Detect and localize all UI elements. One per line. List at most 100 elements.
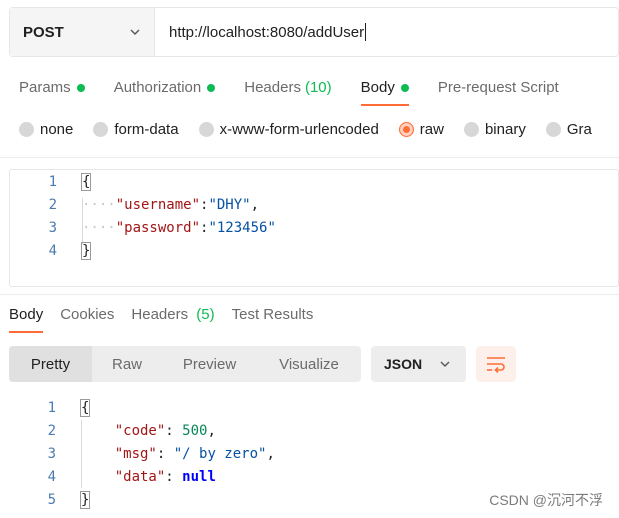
- view-label: Pretty: [30, 355, 71, 373]
- json-key: "msg": [114, 445, 157, 462]
- code-line: 2 "code": 500,: [9, 419, 619, 442]
- radio-circle: [198, 122, 214, 137]
- radio-label: binary: [484, 121, 526, 138]
- tab-label: Test Results: [231, 306, 314, 323]
- request-body-editor[interactable]: 1 { 2 ····"username":"DHY", 3 ····"passw…: [9, 169, 619, 287]
- line-number: 4: [48, 242, 57, 259]
- radio-raw[interactable]: raw: [398, 121, 444, 138]
- divider: [0, 157, 619, 158]
- tab-params[interactable]: Params: [0, 70, 85, 106]
- response-tabs: Body Cookies Headers (5) Test Results: [0, 304, 321, 338]
- view-label: Preview: [182, 355, 237, 373]
- line-number: 3: [47, 445, 56, 462]
- status-dot: [400, 84, 409, 92]
- request-bar: POST http://localhost:8080/addUser: [9, 7, 619, 57]
- whitespace-marker: ····: [82, 219, 116, 236]
- json-value: 500: [182, 422, 208, 439]
- tab-count: (10): [304, 79, 332, 96]
- whitespace-marker: ····: [82, 196, 116, 213]
- json-separator: :: [156, 445, 174, 462]
- json-value: "/ by zero": [173, 445, 267, 462]
- tab-label: Body: [360, 79, 395, 96]
- tab-pre-request-script[interactable]: Pre-request Script: [419, 70, 559, 106]
- json-comma: ,: [266, 445, 275, 462]
- line-number: 5: [47, 491, 56, 508]
- url-input[interactable]: http://localhost:8080/addUser: [155, 8, 618, 56]
- radio-label: raw: [419, 121, 444, 138]
- json-value: "DHY": [208, 196, 251, 213]
- code-line: 4 }: [10, 239, 618, 262]
- close-brace: }: [79, 490, 91, 509]
- tab-test-results[interactable]: Test Results: [232, 304, 322, 338]
- line-number: 4: [47, 468, 56, 485]
- tab-label: Headers: [131, 306, 189, 323]
- tab-label: Cookies: [60, 306, 115, 323]
- json-key: "code": [114, 422, 166, 439]
- radio-x-www-form-urlencoded[interactable]: x-www-form-urlencoded: [198, 121, 379, 138]
- format-select[interactable]: JSON: [371, 346, 466, 382]
- view-mode-selector: Pretty Raw Preview Visualize: [9, 346, 361, 382]
- line-number: 2: [47, 422, 56, 439]
- format-label: JSON: [384, 356, 423, 372]
- tab-count: (5): [196, 306, 215, 323]
- radio-circle: [463, 122, 479, 137]
- code-line: 3 ····"password":"123456": [10, 216, 618, 239]
- tab-response-headers[interactable]: Headers (5): [131, 304, 222, 338]
- tab-cookies[interactable]: Cookies: [60, 304, 122, 338]
- radio-circle: [398, 122, 414, 137]
- tab-body[interactable]: Body: [342, 70, 410, 106]
- json-comma: ,: [207, 422, 216, 439]
- json-separator: :: [165, 468, 183, 485]
- chevron-down-icon: [440, 361, 450, 368]
- radio-form-data[interactable]: form-data: [93, 121, 179, 138]
- method-label: POST: [23, 23, 64, 41]
- tab-label: Headers: [244, 79, 301, 96]
- line-number: 2: [48, 196, 57, 213]
- line-number: 1: [48, 173, 57, 190]
- wrap-lines-icon: [487, 357, 505, 374]
- code-line: 1 {: [10, 170, 618, 193]
- json-value: null: [182, 468, 216, 485]
- tab-label: Body: [9, 306, 44, 323]
- status-dot: [76, 84, 85, 92]
- tab-authorization[interactable]: Authorization: [95, 70, 216, 106]
- line-number: 1: [47, 399, 56, 416]
- tab-label: Pre-request Script: [437, 79, 559, 96]
- radio-circle: [93, 122, 109, 137]
- view-preview[interactable]: Preview: [162, 346, 257, 382]
- radio-label: form-data: [114, 121, 179, 138]
- radio-label: none: [40, 121, 74, 138]
- wrap-lines-button[interactable]: [476, 346, 516, 382]
- line-number: 3: [48, 219, 57, 236]
- watermark: CSDN @沉河不浮: [489, 492, 603, 508]
- view-pretty[interactable]: Pretty: [9, 346, 92, 382]
- chevron-down-icon: [130, 29, 140, 36]
- code-line: 4 "data": null: [9, 465, 619, 488]
- method-select[interactable]: POST: [10, 8, 155, 56]
- open-brace: {: [80, 172, 92, 191]
- tab-headers[interactable]: Headers (10): [225, 70, 331, 106]
- tab-response-body[interactable]: Body: [9, 304, 51, 338]
- radio-circle: [545, 122, 561, 137]
- close-brace: }: [80, 241, 92, 260]
- tab-label: Authorization: [113, 79, 202, 96]
- code-line: 2 ····"username":"DHY",: [10, 193, 618, 216]
- request-tabs: Params Authorization Headers (10) Body Pr…: [0, 70, 559, 106]
- json-separator: :: [165, 422, 183, 439]
- view-label: Visualize: [279, 355, 339, 373]
- body-type-options: none form-data x-www-form-urlencoded raw…: [19, 121, 612, 138]
- radio-label: x-www-form-urlencoded: [219, 121, 379, 138]
- radio-binary[interactable]: binary: [463, 121, 526, 138]
- view-visualize[interactable]: Visualize: [257, 346, 361, 382]
- tab-label: Params: [19, 79, 71, 96]
- json-key: "username": [115, 196, 201, 213]
- text-cursor: [365, 23, 367, 41]
- radio-graphql[interactable]: Gra: [545, 121, 592, 138]
- url-text: http://localhost:8080/addUser: [169, 23, 365, 41]
- json-comma: ,: [250, 196, 260, 213]
- view-raw[interactable]: Raw: [92, 346, 162, 382]
- radio-none[interactable]: none: [19, 121, 73, 138]
- radio-circle: [19, 122, 34, 137]
- divider: [0, 294, 619, 295]
- code-line: 1 {: [9, 396, 619, 419]
